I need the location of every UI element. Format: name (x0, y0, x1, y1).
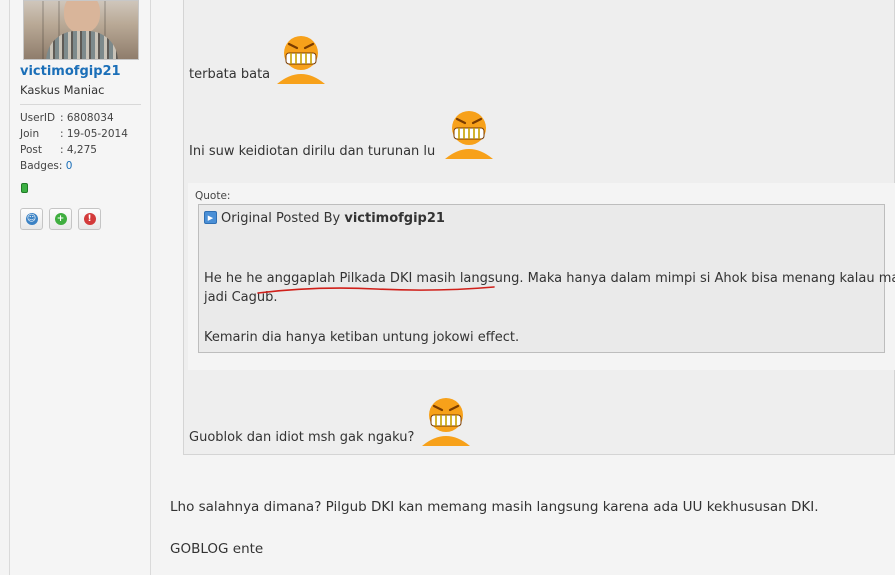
user-rank: Kaskus Maniac (20, 83, 105, 97)
add-friend-button[interactable]: + (49, 208, 72, 230)
stat-join: Join : 19-05-2014 (20, 128, 128, 140)
post-text-line: Ini suw keidiotan dirilu dan turunan lu (189, 144, 436, 159)
grinning-smiley-icon (277, 36, 325, 84)
stat-value: : 4,275 (60, 144, 97, 156)
red-underline-annotation (257, 286, 495, 294)
badges-count-link[interactable]: 0 (66, 160, 73, 172)
view-profile-icon: ☺ (25, 213, 38, 225)
original-poster-name[interactable]: victimofgip21 (344, 211, 445, 226)
online-status-icon (21, 183, 28, 193)
post-text-line: terbata bata (189, 67, 271, 82)
stat-label: UserID (20, 112, 56, 124)
stat-label: Join (20, 128, 40, 140)
stat-label: Badges (20, 160, 59, 172)
original-posted-by: Original Posted By victimofgip21 (221, 211, 445, 226)
stat-value: : 6808034 (60, 112, 114, 124)
reply-text-line: GOBLOG ente (170, 541, 264, 557)
grinning-smiley-icon (422, 398, 470, 446)
quote-arrow-icon[interactable]: ▶ (204, 211, 217, 224)
quote-text: . Maka hanya dalam mimpi si Ahok bisa me… (519, 271, 895, 286)
add-friend-icon: + (54, 213, 67, 225)
post-text-line: Guoblok dan idiot msh gak ngaku? (189, 430, 415, 445)
stat-value: : (58, 160, 66, 172)
stat-label: Post (20, 144, 42, 156)
stat-value: : 19-05-2014 (60, 128, 128, 140)
stat-post: Post : 4,275 (20, 144, 97, 156)
reply-text-line: Lho salahnya dimana? Pilgub DKI kan mema… (170, 499, 819, 515)
user-profile-panel: victimofgip21 Kaskus Maniac UserID : 6808… (9, 0, 151, 575)
username-link[interactable]: victimofgip21 (20, 64, 121, 79)
view-profile-button[interactable]: ☺ (20, 208, 43, 230)
stat-badges: Badges: 0 (20, 160, 72, 172)
report-button[interactable]: ! (78, 208, 101, 230)
grinning-smiley-icon (445, 111, 493, 159)
original-posted-prefix: Original Posted By (221, 211, 345, 226)
divider (20, 104, 141, 105)
quote-label: Quote: (195, 190, 231, 202)
quote-paragraph-2: Kemarin dia hanya ketiban untung jokowi … (204, 330, 520, 345)
avatar[interactable] (23, 0, 139, 60)
report-icon: ! (83, 213, 96, 225)
stat-userid: UserID : 6808034 (20, 112, 114, 124)
